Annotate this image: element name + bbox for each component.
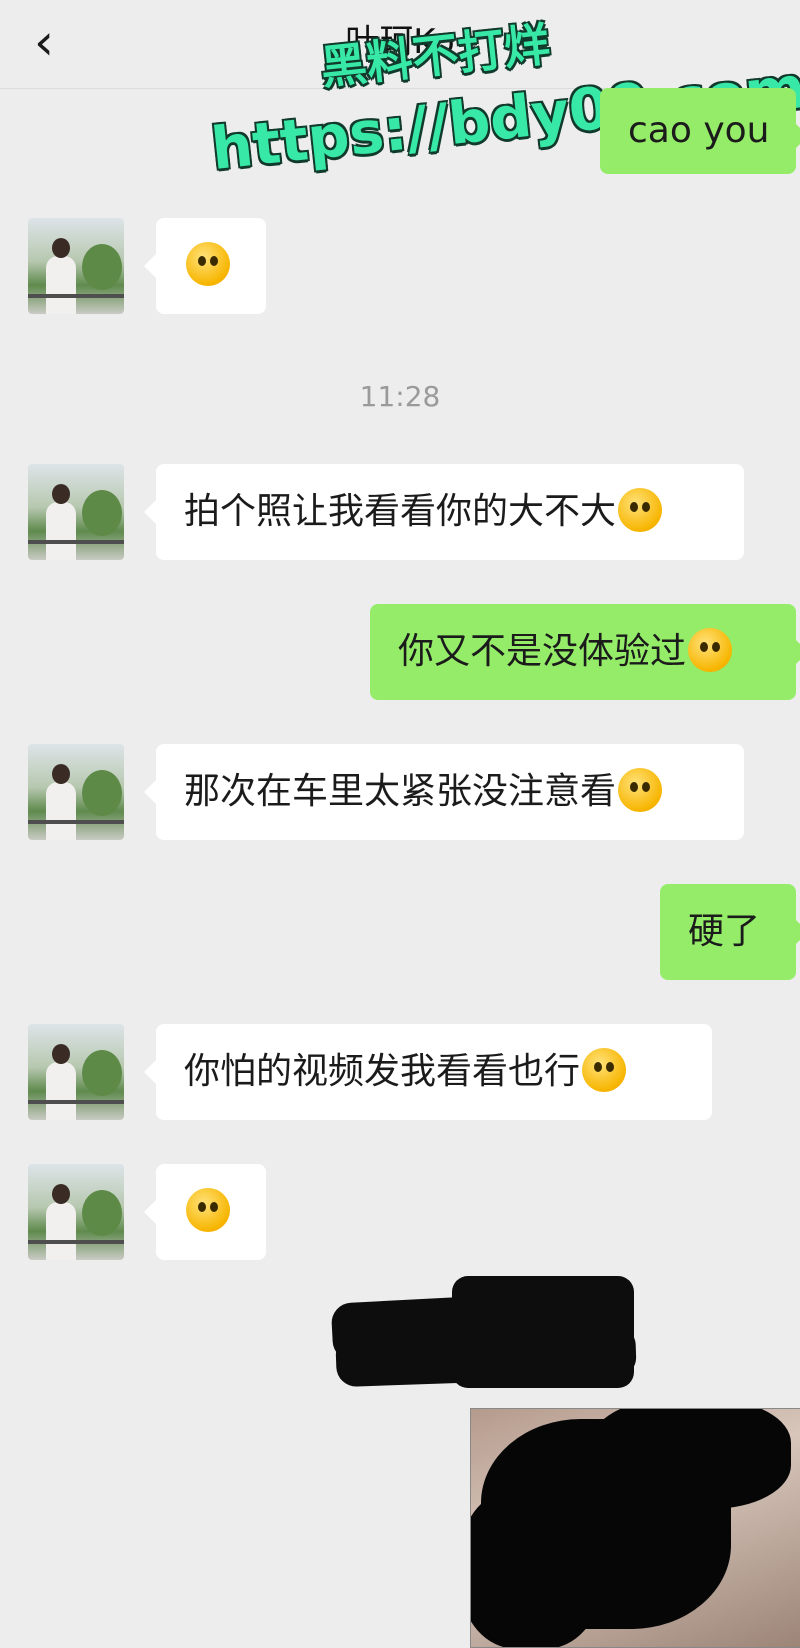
message-bubble-outgoing[interactable]: 硬了 — [660, 884, 800, 980]
message-bubble-incoming[interactable]: 那次在车里太紧张没注意看 — [144, 744, 744, 840]
contact-avatar[interactable] — [28, 218, 124, 314]
contact-avatar[interactable] — [28, 1024, 124, 1120]
confused-face-emoji-icon — [618, 488, 663, 532]
contact-avatar[interactable] — [28, 464, 124, 560]
message-bubble-incoming[interactable]: 你怕的视频发我看看也行 — [144, 1024, 712, 1120]
message-text: 拍个照让我看看你的大不大 — [184, 491, 617, 532]
message-text: 硬了 — [688, 911, 761, 952]
relieved-face-emoji-icon — [688, 628, 733, 672]
flushed-face-emoji-icon — [186, 242, 230, 286]
contact-avatar[interactable] — [28, 1164, 124, 1260]
message-text: 你又不是没体验过 — [398, 631, 687, 672]
message-text: 你怕的视频发我看看也行 — [184, 1051, 581, 1092]
message-bubble-incoming[interactable]: 拍个照让我看看你的大不大 — [144, 464, 744, 560]
shared-image-thumbnail[interactable] — [470, 1408, 800, 1648]
blushing-face-emoji-icon — [186, 1188, 230, 1232]
contact-avatar[interactable] — [28, 744, 124, 840]
message-bubble-outgoing[interactable]: 你又不是没体验过 — [370, 604, 800, 700]
redaction-scribble — [452, 1276, 634, 1388]
message-bubble-outgoing[interactable]: cao you — [600, 88, 800, 174]
message-bubble-incoming[interactable] — [144, 218, 266, 314]
message-text: cao you — [628, 110, 770, 151]
message-text: 那次在车里太紧张没注意看 — [184, 771, 617, 812]
message-bubble-incoming[interactable] — [144, 1164, 266, 1260]
astonished-face-emoji-icon — [618, 768, 663, 812]
grinning-face-emoji-icon — [582, 1048, 627, 1092]
timestamp: 11:28 — [359, 380, 441, 413]
